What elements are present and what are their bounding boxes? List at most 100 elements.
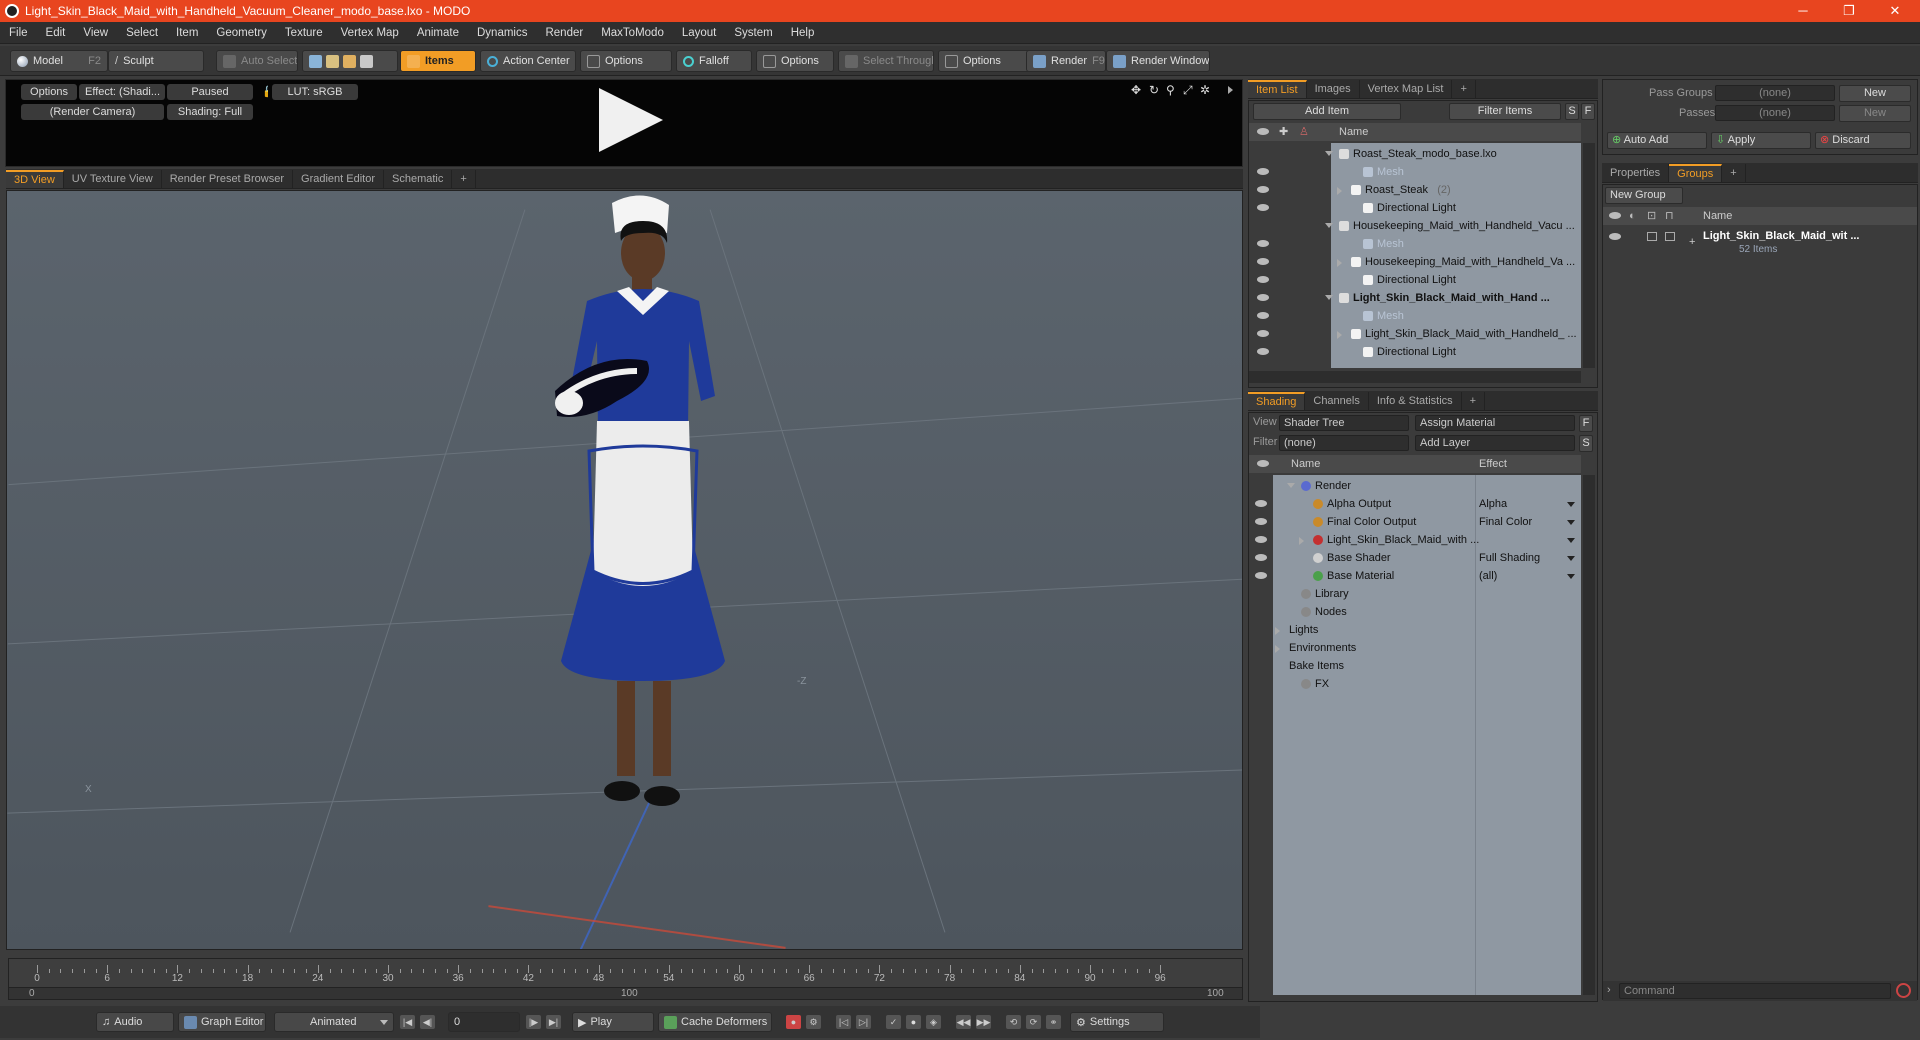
chevron-right-icon[interactable] [1299, 537, 1304, 545]
eye-icon[interactable] [1255, 518, 1267, 525]
skip-to-start-icon[interactable]: |◀ [400, 1015, 415, 1029]
menu-vertex-map[interactable]: Vertex Map [332, 27, 408, 39]
prev-marker-icon[interactable]: ◀◀ [956, 1015, 971, 1029]
eye-icon[interactable] [1257, 312, 1269, 319]
eye-icon[interactable] [1257, 204, 1269, 211]
model-mode-button[interactable]: Model F2 [10, 50, 108, 72]
action-center-button[interactable]: Action Center [480, 50, 576, 72]
chevron-down-icon[interactable] [1567, 556, 1575, 561]
chevron-down-icon[interactable] [1287, 483, 1295, 488]
item-list-row[interactable]: Directional Light [1249, 199, 1581, 217]
preview-effect-dropdown[interactable]: Effect: (Shadi... [79, 84, 165, 100]
eye-icon[interactable] [1257, 330, 1269, 337]
chevron-down-icon[interactable] [1325, 223, 1333, 228]
item-list-row[interactable]: Mesh [1249, 235, 1581, 253]
menu-render[interactable]: Render [536, 27, 592, 39]
menu-dynamics[interactable]: Dynamics [468, 27, 536, 39]
record-key-icon[interactable]: ● [786, 1015, 801, 1029]
zoom-view-icon[interactable]: ⚲ [1166, 83, 1175, 97]
eye-icon[interactable] [1257, 258, 1269, 265]
select-through-options-button[interactable]: Options [938, 50, 1030, 72]
new-group-button[interactable]: New Group [1605, 187, 1683, 204]
filter-dropdown[interactable]: (none) [1279, 435, 1409, 451]
snap-icon[interactable]: ⚭ [1046, 1015, 1061, 1029]
eye-icon[interactable] [1257, 348, 1269, 355]
item-list-row[interactable]: Mesh [1249, 163, 1581, 181]
checkbox-icon[interactable] [1665, 232, 1675, 241]
item-list-row[interactable]: Housekeeping_Maid_with_Handheld_Vacu ... [1249, 217, 1581, 235]
add-item-dropdown[interactable]: Add Item [1253, 103, 1401, 120]
render-button[interactable]: Render F9 [1026, 50, 1106, 72]
add-tab-button[interactable]: + [1462, 392, 1486, 410]
minimize-button[interactable]: ─ [1780, 0, 1826, 22]
item-list-hscrollbar[interactable] [1249, 371, 1581, 383]
tab-info-statistics[interactable]: Info & Statistics [1369, 392, 1462, 410]
rotate-view-icon[interactable]: ↻ [1149, 83, 1159, 97]
animated-dropdown[interactable]: Animated [274, 1012, 394, 1032]
auto-add-button[interactable]: ⊕ Auto Add [1607, 132, 1707, 149]
current-frame-input[interactable]: 0 [448, 1012, 520, 1032]
add-tab-button[interactable]: + [452, 170, 476, 188]
edge-select-icon[interactable] [326, 54, 339, 68]
eye-icon[interactable] [1255, 500, 1267, 507]
new-pass-group-button[interactable]: New [1839, 85, 1911, 102]
render-window-button[interactable]: Render Window [1106, 50, 1210, 72]
chevron-down-icon[interactable] [1567, 502, 1575, 507]
items-mode-button[interactable]: Items [400, 50, 476, 72]
tab-item-list[interactable]: Item List [1248, 80, 1307, 98]
sculpt-mode-button[interactable]: / Sculpt [108, 50, 204, 72]
eye-icon[interactable] [1257, 186, 1269, 193]
record-icon[interactable]: ● [906, 1015, 921, 1029]
shader-effect-value[interactable]: (all) [1479, 567, 1497, 585]
restore-button[interactable]: ❐ [1826, 0, 1872, 22]
step-back-icon[interactable]: ◀| [420, 1015, 435, 1029]
shader-effect-value[interactable]: Alpha [1479, 495, 1507, 513]
checkbox-icon[interactable] [1647, 232, 1657, 241]
eye-icon[interactable] [1255, 572, 1267, 579]
shader-tree-row[interactable]: Final Color Output Final Color [1249, 513, 1581, 531]
settings-button[interactable]: ⚙ Settings [1070, 1012, 1164, 1032]
item-list-scrollbar[interactable] [1583, 143, 1595, 368]
tab-uv-texture-view[interactable]: UV Texture View [64, 170, 162, 188]
apply-button[interactable]: ⇩ Apply [1711, 132, 1811, 149]
item-list-row[interactable]: Roast_Steak (2) [1249, 181, 1581, 199]
next-marker-icon[interactable]: ▶▶ [976, 1015, 991, 1029]
lock-icon[interactable]: 🔓 [256, 84, 268, 100]
shader-tree-row[interactable]: Environments [1249, 639, 1581, 657]
select-through-button[interactable]: Select Through [838, 50, 934, 72]
step-forward-icon[interactable]: |▶ [526, 1015, 541, 1029]
shader-f-button[interactable]: F [1579, 415, 1593, 432]
material-select-icon[interactable] [360, 54, 373, 68]
tab-groups[interactable]: Groups [1669, 164, 1723, 182]
shader-effect-value[interactable]: Full Shading [1479, 549, 1540, 567]
item-list-row[interactable]: Light_Skin_Black_Maid_with_Handheld_ ... [1249, 325, 1581, 343]
shader-tree-row[interactable]: Nodes [1249, 603, 1581, 621]
discard-button[interactable]: ⊗ Discard [1815, 132, 1911, 149]
shader-tree-scrollbar[interactable] [1583, 475, 1595, 995]
timeline-range-bar[interactable]: 0 100 100 [9, 987, 1242, 999]
item-list-row[interactable]: Directional Light [1249, 343, 1581, 361]
prev-key-icon[interactable]: |◁ [836, 1015, 851, 1029]
tab-render-preset-browser[interactable]: Render Preset Browser [162, 170, 294, 188]
preview-paused-button[interactable]: Paused [167, 84, 253, 100]
expand-plus-icon[interactable]: + [1689, 233, 1695, 251]
menu-layout[interactable]: Layout [673, 27, 726, 39]
chevron-right-icon[interactable] [1275, 627, 1280, 635]
item-list-row[interactable]: Housekeeping_Maid_with_Handheld_Va ... [1249, 253, 1581, 271]
menu-maxtomodo[interactable]: MaxToModo [592, 27, 673, 39]
auto-select-button[interactable]: Auto Select [216, 50, 298, 72]
falloff-button[interactable]: Falloff [676, 50, 752, 72]
eye-icon[interactable] [1609, 233, 1621, 240]
action-center-options-button[interactable]: Options [580, 50, 672, 72]
shader-tree-row[interactable]: Base Material (all) [1249, 567, 1581, 585]
eye-icon[interactable] [1257, 168, 1269, 175]
command-status-icon[interactable] [1896, 983, 1911, 998]
key-icon[interactable]: ✓ [886, 1015, 901, 1029]
chevron-down-icon[interactable] [1567, 538, 1575, 543]
gear-icon[interactable]: ✲ [1200, 83, 1210, 97]
command-input[interactable]: Command [1619, 983, 1891, 999]
passes-dropdown[interactable]: (none) [1715, 105, 1835, 121]
chevron-down-icon[interactable] [1567, 520, 1575, 525]
menu-edit[interactable]: Edit [37, 27, 75, 39]
preview-shading-dropdown[interactable]: Shading: Full [167, 104, 253, 120]
